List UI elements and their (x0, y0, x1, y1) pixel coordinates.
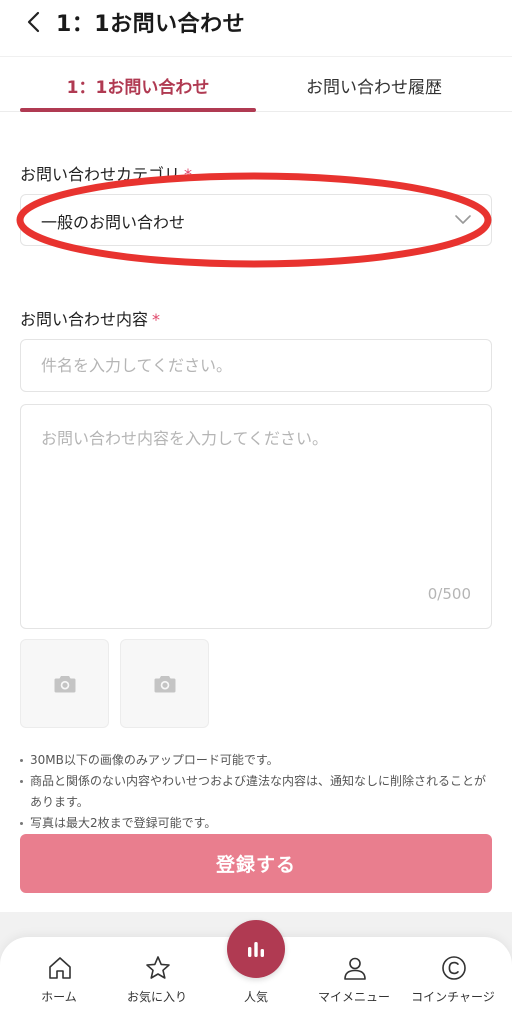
char-counter: 0/500 (427, 585, 471, 603)
app-header: 1：1お問い合わせ (0, 0, 512, 48)
nav-mymenu[interactable]: マイメニュー (305, 937, 403, 1017)
chevron-down-icon (455, 215, 471, 224)
page-title: 1：1お問い合わせ (56, 12, 246, 37)
camera-icon (54, 675, 75, 692)
nav-coin[interactable]: コインチャージ (404, 937, 502, 1017)
chevron-left-icon (27, 11, 40, 33)
nav-home[interactable]: ホーム (10, 937, 108, 1017)
note-item: 写真は最大2枚まで登録可能です。 (20, 813, 496, 834)
content-label: お問い合わせ内容 * (20, 306, 160, 330)
star-icon (146, 956, 170, 979)
category-select[interactable]: 一般のお問い合わせ (20, 194, 492, 246)
submit-button[interactable]: 登録する (20, 834, 492, 893)
tab-bar: 1：1お問い合わせ お問い合わせ履歴 (0, 56, 512, 112)
required-mark: * (152, 310, 161, 329)
content-label-text: お問い合わせ内容 (20, 310, 149, 329)
home-icon (49, 957, 71, 979)
nav-popular-label: 人気 (243, 990, 268, 1004)
tab-inquiry[interactable]: 1：1お問い合わせ (20, 57, 256, 113)
person-icon (344, 957, 366, 980)
active-tab-indicator (20, 108, 256, 112)
back-button[interactable] (20, 8, 48, 36)
photo-upload-slot-1[interactable] (20, 639, 109, 728)
camera-icon (154, 675, 175, 692)
subject-input[interactable] (20, 339, 492, 392)
nav-favorites[interactable]: お気に入り (108, 937, 206, 1017)
nav-mymenu-label: マイメニュー (317, 990, 390, 1004)
popular-fab[interactable] (227, 920, 285, 978)
photo-upload-slot-2[interactable] (120, 639, 209, 728)
required-mark: * (184, 165, 193, 184)
nav-coin-label: コインチャージ (411, 990, 495, 1004)
bar-chart-icon (248, 942, 264, 957)
content-textarea-container: 0/500 (20, 404, 492, 629)
nav-favorites-label: お気に入り (126, 990, 187, 1004)
category-label: お問い合わせカテゴリ * (20, 161, 192, 185)
tab-history[interactable]: お問い合わせ履歴 (256, 57, 492, 113)
note-item: 30MB以下の画像のみアップロード可能です。 (20, 750, 496, 771)
category-select-value: 一般のお問い合わせ (41, 213, 186, 232)
copyright-coin-icon (442, 956, 466, 980)
content-textarea[interactable] (21, 405, 491, 575)
category-label-text: お問い合わせカテゴリ (20, 165, 181, 184)
upload-notes: 30MB以下の画像のみアップロード可能です。 商品と関係のない内容やわいせつおよ… (20, 750, 496, 834)
nav-home-label: ホーム (41, 990, 77, 1004)
note-item: 商品と関係のない内容やわいせつおよび違法な内容は、通知なしに削除されることがあり… (20, 771, 496, 813)
